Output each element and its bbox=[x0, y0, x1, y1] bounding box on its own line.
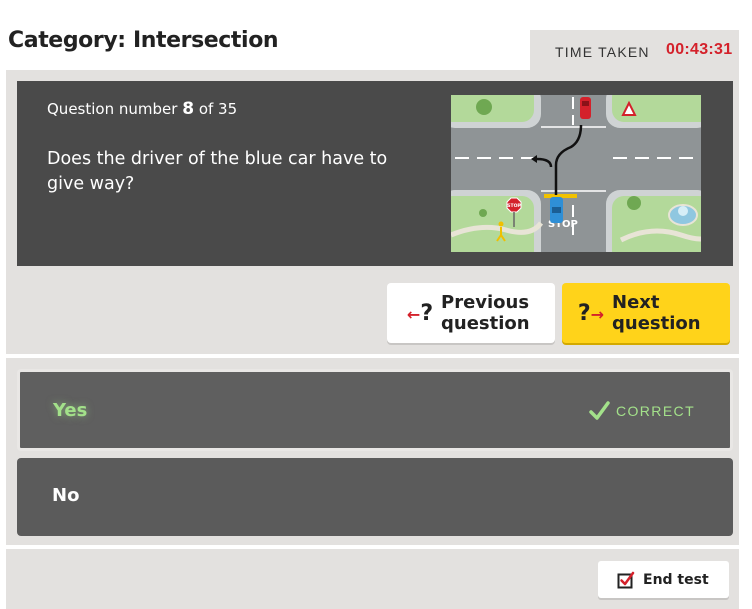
checkmark-icon bbox=[589, 401, 610, 420]
question-arrow-right-icon: ?→ bbox=[577, 300, 605, 326]
test-page: Category: Intersection TIME TAKEN 00:43:… bbox=[0, 0, 752, 609]
question-number-value: 8 bbox=[182, 99, 195, 119]
question-number-suffix: of 35 bbox=[198, 100, 238, 118]
header: Category: Intersection TIME TAKEN 00:43:… bbox=[0, 0, 752, 72]
corner-block-bottom-left bbox=[451, 190, 544, 252]
previous-question-label: Previous question bbox=[441, 292, 530, 334]
blue-car-icon bbox=[550, 197, 563, 223]
question-area: Question number 8 of 35 Does the driver … bbox=[6, 70, 739, 354]
category-title: Category: Intersection bbox=[8, 28, 279, 53]
svg-text:STOP: STOP bbox=[507, 203, 521, 209]
answer-label: No bbox=[52, 485, 80, 506]
correct-indicator: CORRECT bbox=[588, 400, 695, 422]
correct-label: CORRECT bbox=[616, 403, 696, 419]
timer-value: 00:43:31 bbox=[666, 41, 733, 58]
red-car-icon bbox=[580, 97, 591, 119]
question-arrow-left-icon: ←? bbox=[406, 300, 434, 326]
next-question-button[interactable]: ?→ Next question bbox=[562, 283, 730, 343]
corner-block-top-right bbox=[606, 95, 701, 128]
answer-label: Yes bbox=[53, 400, 88, 421]
answer-option-yes[interactable]: Yes CORRECT bbox=[17, 369, 733, 451]
question-text: Does the driver of the blue car have to … bbox=[47, 149, 388, 194]
question-panel: Question number 8 of 35 Does the driver … bbox=[17, 81, 733, 266]
end-test-button[interactable]: End test bbox=[598, 561, 729, 598]
next-question-label: Next question bbox=[612, 292, 701, 334]
question-number: Question number 8 of 35 bbox=[47, 99, 237, 119]
tree-icon bbox=[476, 99, 492, 115]
question-number-prefix: Question number bbox=[47, 100, 178, 118]
answer-option-no[interactable]: No bbox=[17, 458, 733, 536]
footer: End test bbox=[6, 549, 739, 609]
corner-block-top-left bbox=[451, 95, 541, 128]
timer: TIME TAKEN 00:43:31 bbox=[530, 30, 739, 72]
end-test-label: End test bbox=[643, 571, 709, 588]
intersection-illustration: STOP STOP bbox=[451, 95, 701, 252]
tree-icon bbox=[479, 209, 487, 217]
previous-question-button[interactable]: ←? Previous question bbox=[387, 283, 555, 343]
fountain-icon bbox=[668, 204, 698, 226]
tree-icon bbox=[627, 196, 641, 210]
answer-options: Yes CORRECT No bbox=[6, 358, 739, 545]
timer-label: TIME TAKEN bbox=[555, 44, 650, 60]
checkbox-icon bbox=[617, 571, 635, 588]
